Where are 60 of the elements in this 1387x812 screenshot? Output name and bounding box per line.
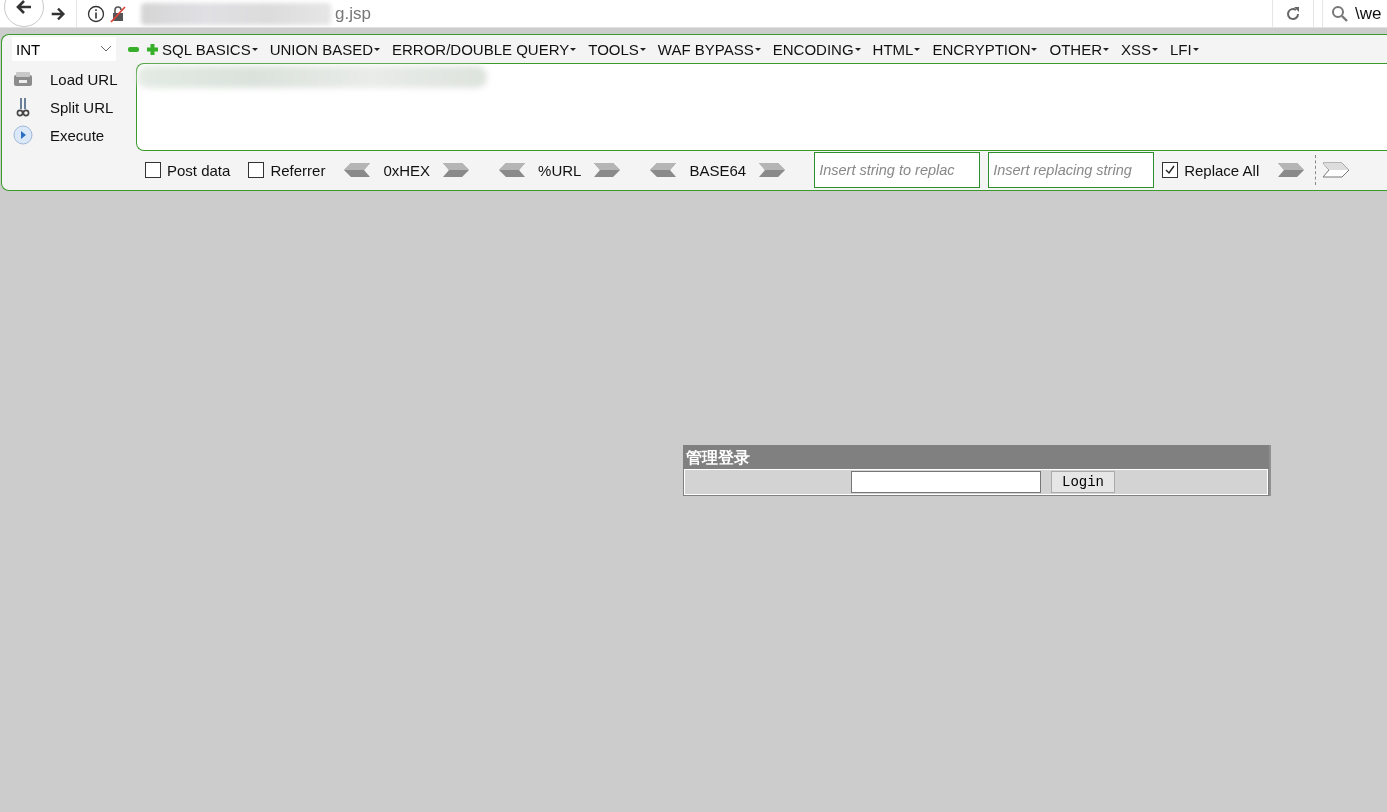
password-field[interactable] xyxy=(851,471,1041,493)
menu-item[interactable]: UNION BASED xyxy=(269,40,382,58)
caret-icon xyxy=(1031,47,1038,51)
caret-icon xyxy=(914,47,921,51)
menu-item[interactable]: ENCRYPTION xyxy=(932,40,1040,58)
play-icon xyxy=(12,125,34,145)
input-field[interactable]: Insert replacing string xyxy=(988,152,1155,188)
encoder-label: %URL xyxy=(538,161,582,179)
action-button[interactable]: Load URL xyxy=(2,65,136,93)
encode-button[interactable] xyxy=(442,162,471,178)
reload-button[interactable] xyxy=(1272,0,1314,27)
chevron-down-icon xyxy=(100,45,112,53)
caret-icon xyxy=(854,47,861,51)
encoder-label: 0xHEX xyxy=(383,161,431,179)
encode-button[interactable] xyxy=(758,162,787,178)
info-icon[interactable] xyxy=(87,4,105,23)
replace-button[interactable] xyxy=(1277,162,1306,178)
checkbox-label: Referrer xyxy=(270,161,326,179)
caret-icon xyxy=(1152,47,1158,51)
checkbox-label: Replace All xyxy=(1184,161,1260,179)
menu-item[interactable]: OTHER xyxy=(1049,40,1111,58)
menu-item[interactable]: WAF BYPASS xyxy=(657,40,763,58)
menu-item[interactable]: HTML xyxy=(872,40,923,58)
url-text: g.jsp xyxy=(335,3,371,24)
decode-button[interactable] xyxy=(498,162,527,178)
checkbox-label: Post data xyxy=(167,161,231,179)
insecure-lock-icon xyxy=(109,4,127,23)
checkbox[interactable] xyxy=(145,162,161,178)
level-select[interactable]: INT xyxy=(12,37,116,61)
checkbox[interactable] xyxy=(248,162,265,178)
address-bar[interactable]: g.jsp xyxy=(76,0,1272,27)
search-icon xyxy=(1331,4,1349,23)
menu-item[interactable]: ERROR/DOUBLE QUERY xyxy=(392,40,579,58)
encoder-label: BASE64 xyxy=(689,161,747,179)
replace-button[interactable] xyxy=(1322,162,1351,178)
menu-item[interactable]: ENCODING xyxy=(772,40,863,58)
encode-button[interactable] xyxy=(593,162,622,178)
caret-icon xyxy=(1103,47,1109,51)
action-button[interactable]: Split URL xyxy=(2,93,136,121)
caret-icon xyxy=(374,47,380,51)
caret-icon xyxy=(754,47,761,51)
caret-icon xyxy=(251,47,258,51)
caret-icon xyxy=(639,47,646,51)
drive-icon xyxy=(12,71,34,87)
checkbox[interactable] xyxy=(1162,162,1179,178)
menu-item[interactable]: SQL BASICS xyxy=(162,40,260,58)
menu-item[interactable]: TOOLS xyxy=(588,40,648,58)
caret-icon xyxy=(570,47,577,51)
action-button[interactable]: Execute xyxy=(2,121,136,149)
decode-button[interactable] xyxy=(649,162,678,178)
input-field[interactable]: Insert string to replac xyxy=(814,152,981,188)
search-field[interactable]: \we xyxy=(1322,0,1387,27)
menu-item[interactable]: XSS xyxy=(1121,40,1160,58)
login-button[interactable]: Login xyxy=(1051,471,1115,493)
menu-item[interactable]: LFI xyxy=(1170,40,1201,58)
reload-icon xyxy=(1284,4,1302,23)
caret-icon xyxy=(1192,47,1199,51)
decode-button[interactable] xyxy=(343,162,372,178)
login-title: 管理登录 xyxy=(685,447,751,469)
plus-icon[interactable] xyxy=(147,43,158,55)
